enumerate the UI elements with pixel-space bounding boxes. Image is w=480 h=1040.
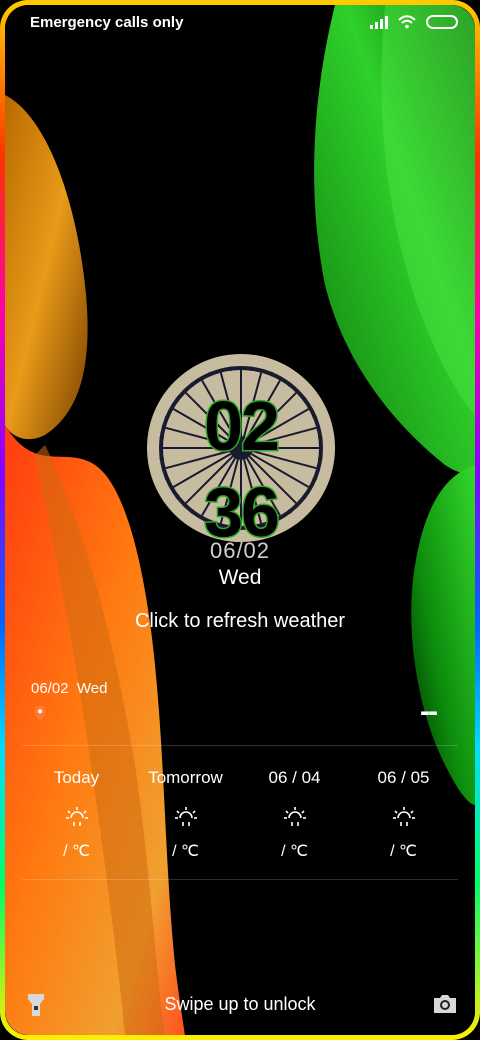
forecast-label: 06 / 05	[377, 768, 430, 787]
location-pin-icon	[34, 706, 46, 722]
lock-screen: Emergency calls only 02 36 06/02 Wed Cli…	[0, 0, 480, 1040]
clock-digits: 02 36	[203, 386, 282, 545]
sun-cloud-icon	[392, 807, 415, 826]
carrier-status: Emergency calls only	[30, 13, 184, 31]
forecast-temp: / ℃	[281, 843, 308, 860]
forecast-label: Tomorrow	[148, 768, 223, 787]
forecast-label: 06 / 04	[268, 768, 321, 787]
forecast-day-1: Tomorrow / ℃	[131, 768, 240, 861]
forecast-day-2: 06 / 04 / ℃	[240, 768, 349, 861]
clock-day: Wed	[218, 566, 262, 589]
signal-icon	[370, 15, 388, 29]
clock-hour: 02	[204, 387, 278, 465]
forecast-temp: / ℃	[390, 843, 417, 860]
status-icons	[370, 15, 458, 29]
camera-icon[interactable]	[432, 993, 458, 1015]
clock-widget: 02 36	[145, 352, 337, 544]
forecast-temp: / ℃	[63, 843, 90, 860]
current-temperature: --	[420, 695, 438, 728]
forecast-temp: / ℃	[172, 843, 199, 860]
sun-cloud-icon	[174, 807, 197, 826]
sun-cloud-icon	[65, 807, 88, 826]
divider-top	[22, 745, 458, 746]
bottom-bar: Swipe up to unlock	[0, 990, 480, 1022]
forecast-day-3: 06 / 05 / ℃	[349, 768, 458, 861]
battery-icon	[426, 15, 458, 29]
clock-minute: 36	[204, 473, 278, 544]
forecast-day-0: Today / ℃	[22, 768, 131, 861]
wifi-icon	[398, 15, 416, 29]
sun-cloud-icon	[283, 807, 306, 826]
weather-date: 06/02 Wed	[31, 680, 107, 697]
swipe-to-unlock[interactable]: Swipe up to unlock	[0, 994, 480, 1015]
weather-day-value: Wed	[76, 680, 108, 697]
forecast-label: Today	[53, 768, 100, 787]
status-bar: Emergency calls only	[30, 10, 458, 34]
weather-forecast: Today / ℃ Tomorrow / ℃ 06 / 04 / ℃ 06 / …	[22, 768, 458, 861]
refresh-weather-button[interactable]: Click to refresh weather	[0, 610, 480, 633]
divider-bottom	[22, 879, 458, 880]
weather-date-value: 06/02	[31, 680, 69, 697]
clock-date: 06/02	[209, 538, 271, 563]
